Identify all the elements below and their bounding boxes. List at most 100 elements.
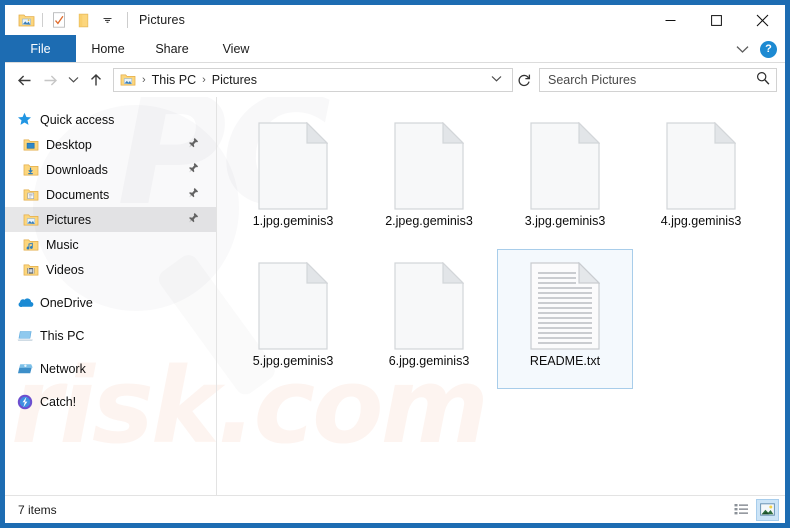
tab-file[interactable]: File	[5, 35, 76, 62]
up-button[interactable]	[83, 67, 109, 93]
pin-icon[interactable]	[188, 212, 199, 226]
help-icon[interactable]: ?	[760, 40, 777, 58]
blank-file-icon	[666, 116, 736, 216]
sidebar-item-network[interactable]: Network	[5, 356, 216, 381]
minimize-button[interactable]	[647, 5, 693, 35]
file-item[interactable]: 3.jpg.geminis3	[497, 109, 633, 249]
blank-file-icon	[394, 116, 464, 216]
sidebar-item-music[interactable]: Music	[5, 232, 216, 257]
pictures-folder-icon	[23, 211, 43, 229]
sidebar-item-downloads[interactable]: Downloads	[5, 157, 216, 182]
blank-file-icon	[394, 256, 464, 356]
file-name: README.txt	[529, 354, 601, 368]
sidebar-item-quick-access[interactable]: Quick access	[5, 107, 216, 132]
large-icons-view-button[interactable]	[756, 498, 779, 521]
status-bar: 7 items	[5, 495, 785, 523]
blank-file-icon	[258, 116, 328, 216]
sidebar-item-label: Documents	[46, 187, 110, 202]
properties-icon[interactable]	[47, 9, 71, 31]
desktop-folder-icon	[23, 136, 43, 154]
file-name: 6.jpg.geminis3	[388, 354, 470, 368]
search-input[interactable]	[548, 73, 756, 87]
network-icon	[17, 360, 37, 378]
ribbon-tab-bar: File Home Share View ?	[5, 35, 785, 63]
file-item[interactable]: 4.jpg.geminis3	[633, 109, 769, 249]
forward-button[interactable]	[37, 67, 63, 93]
sidebar-item-label: Network	[40, 361, 86, 376]
recent-locations-button[interactable]	[63, 67, 83, 93]
maximize-button[interactable]	[693, 5, 739, 35]
item-count-label: 7 items	[18, 502, 57, 517]
breadcrumb-separator: ›	[142, 74, 146, 86]
file-name: 5.jpg.geminis3	[252, 354, 334, 368]
chevron-down-icon[interactable]	[485, 74, 508, 86]
sidebar-item-videos[interactable]: Videos	[5, 257, 216, 282]
blank-file-icon	[258, 256, 328, 356]
explorer-body: PC risk.com Quick access Desktop Downloa…	[5, 97, 785, 495]
tab-share[interactable]: Share	[140, 35, 204, 62]
window-title: Pictures	[139, 13, 185, 27]
pin-icon[interactable]	[188, 187, 199, 201]
pin-icon[interactable]	[188, 137, 199, 151]
onedrive-cloud-icon	[17, 294, 37, 312]
breadcrumb-item-this-pc[interactable]: This PC	[150, 73, 198, 87]
sidebar-item-label: Music	[46, 237, 79, 252]
chevron-down-icon[interactable]	[730, 37, 754, 61]
file-name: 3.jpg.geminis3	[524, 214, 606, 228]
documents-folder-icon	[23, 186, 43, 204]
downloads-folder-icon	[23, 161, 43, 179]
pin-icon[interactable]	[188, 162, 199, 176]
sidebar-item-label: Pictures	[46, 212, 92, 227]
breadcrumb[interactable]: › This PC › Pictures	[113, 68, 513, 92]
search-icon[interactable]	[756, 71, 770, 90]
file-name: 1.jpg.geminis3	[252, 214, 334, 228]
chevron-down-icon[interactable]	[95, 9, 119, 31]
new-folder-icon[interactable]	[71, 9, 95, 31]
file-list-view[interactable]: 1.jpg.geminis3 2.jpeg.geminis3 3.jpg.gem…	[217, 97, 785, 495]
navigation-pane[interactable]: Quick access Desktop Downloads Documents…	[5, 97, 217, 495]
sidebar-item-label: Desktop	[46, 137, 92, 152]
file-explorer-window: Pictures File Home Share View ? › This P…	[0, 0, 790, 528]
file-item-selected[interactable]: README.txt	[497, 249, 633, 389]
sidebar-item-label: Quick access	[40, 112, 115, 127]
breadcrumb-item-pictures[interactable]: Pictures	[210, 73, 259, 87]
view-toggle-group	[730, 498, 779, 521]
sidebar-item-label: Downloads	[46, 162, 108, 177]
window-controls	[647, 5, 785, 35]
tab-home[interactable]: Home	[76, 35, 140, 62]
sidebar-item-desktop[interactable]: Desktop	[5, 132, 216, 157]
close-button[interactable]	[739, 5, 785, 35]
file-item[interactable]: 6.jpg.geminis3	[361, 249, 497, 389]
star-icon	[17, 111, 37, 129]
this-pc-icon	[17, 327, 37, 345]
file-item[interactable]: 1.jpg.geminis3	[225, 109, 361, 249]
sidebar-item-catch[interactable]: Catch!	[5, 389, 216, 414]
sidebar-item-documents[interactable]: Documents	[5, 182, 216, 207]
blank-file-icon	[530, 116, 600, 216]
pictures-folder-icon[interactable]	[14, 9, 38, 31]
file-item[interactable]: 5.jpg.geminis3	[225, 249, 361, 389]
music-folder-icon	[23, 236, 43, 254]
title-bar: Pictures	[5, 5, 785, 35]
file-item[interactable]: 2.jpeg.geminis3	[361, 109, 497, 249]
sidebar-item-label: Catch!	[40, 394, 77, 409]
title-divider	[127, 12, 128, 28]
ribbon-right-controls: ?	[730, 35, 781, 63]
file-name: 2.jpeg.geminis3	[385, 214, 473, 228]
sidebar-item-onedrive[interactable]: OneDrive	[5, 290, 216, 315]
details-view-button[interactable]	[730, 499, 753, 521]
address-bar: › This PC › Pictures	[5, 63, 785, 97]
quick-access-toolbar	[5, 9, 128, 31]
pictures-folder-icon	[120, 73, 138, 87]
search-box[interactable]	[539, 68, 777, 92]
sidebar-item-pictures[interactable]: Pictures	[5, 207, 216, 232]
tab-view[interactable]: View	[204, 35, 268, 62]
sidebar-item-this-pc[interactable]: This PC	[5, 323, 216, 348]
sidebar-item-label: Videos	[46, 262, 84, 277]
sidebar-item-label: This PC	[40, 328, 85, 343]
back-button[interactable]	[11, 67, 37, 93]
refresh-button[interactable]	[513, 73, 535, 87]
